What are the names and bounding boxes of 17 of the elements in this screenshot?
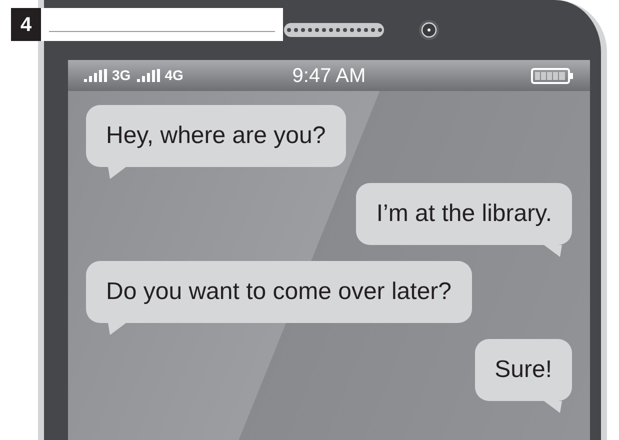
message-bubble: Do you want to come over later? xyxy=(86,261,472,323)
message-bubble: Hey, where are you? xyxy=(86,105,346,167)
clock-time: 9:47 AM xyxy=(291,64,367,88)
signal-bars-icon xyxy=(136,69,161,82)
network-type: 3G xyxy=(112,66,131,85)
bubble-tail-icon xyxy=(544,401,562,413)
bubble-tail-icon xyxy=(544,245,562,257)
network-type: 4G xyxy=(164,66,184,85)
speaker-grille-icon xyxy=(284,23,384,37)
message-bubble: I’m at the library. xyxy=(356,183,572,245)
camera-icon xyxy=(418,19,440,41)
message-bubble: Sure! xyxy=(474,339,572,401)
bubble-tail-icon xyxy=(108,167,126,179)
bubble-tail-icon xyxy=(108,323,126,335)
exercise-number: 4 xyxy=(11,8,41,41)
signal-bars-icon xyxy=(84,69,108,82)
battery-icon xyxy=(530,68,574,84)
